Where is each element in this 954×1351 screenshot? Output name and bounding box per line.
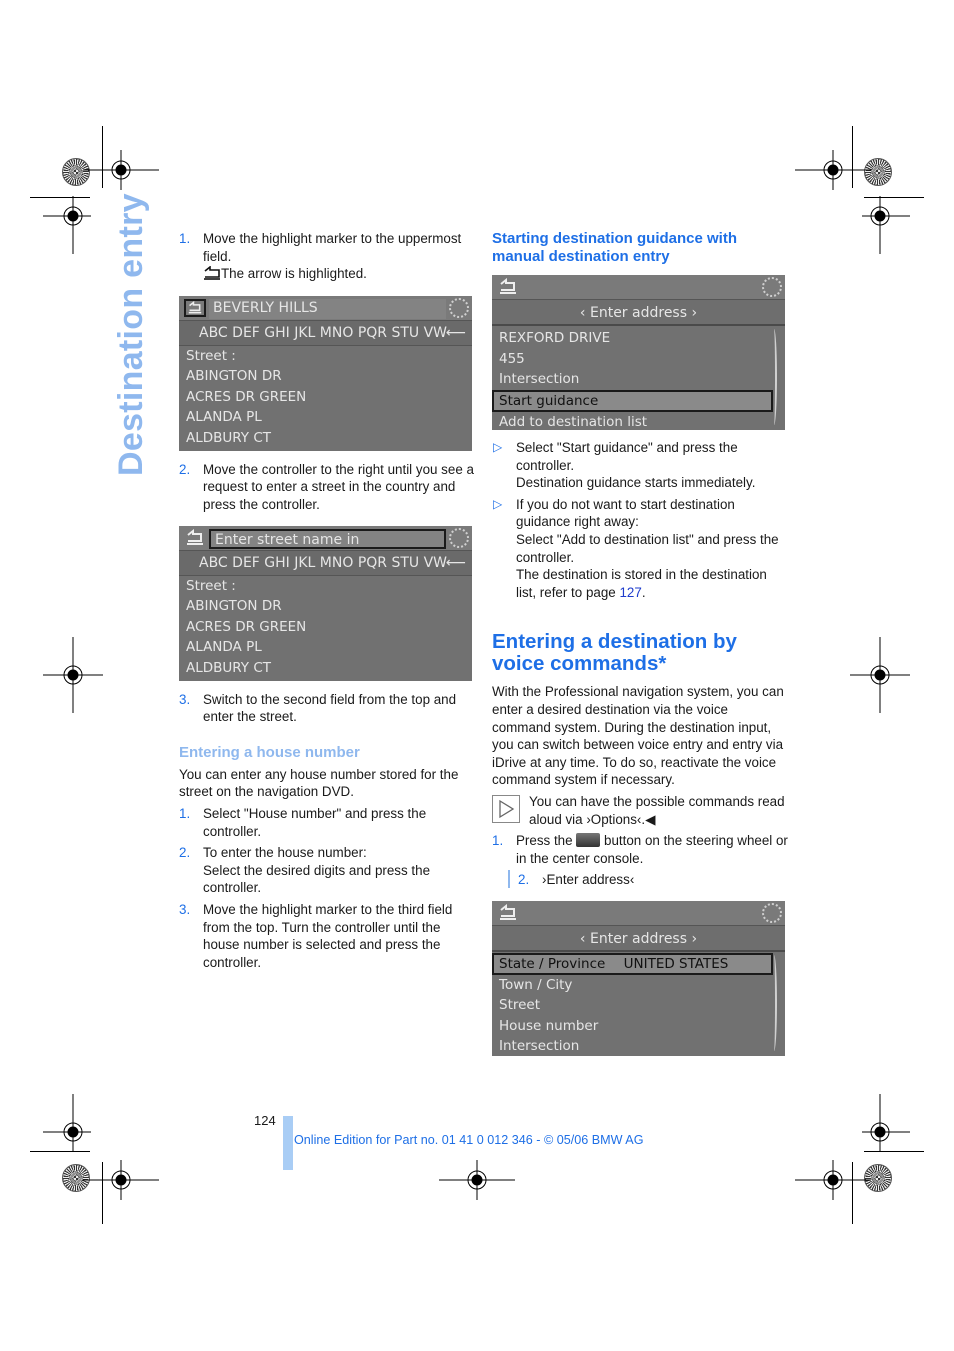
step-text: Move the highlight marker to the uppermo… [203, 231, 462, 264]
list-item-start-guidance[interactable]: Start guidance [492, 389, 773, 412]
idrive-screen-street-request: Enter street name in CALIFORNIA? ABC DEF… [179, 525, 472, 681]
city-field[interactable]: BEVERLY HILLS [209, 298, 446, 319]
list-item[interactable]: ACRES DR GREEN [179, 617, 472, 638]
right-column: Starting destination guidance with manua… [492, 230, 788, 1056]
guidance-heading: Starting destination guidance with manua… [492, 230, 738, 265]
house-number-heading: Entering a house number [179, 743, 360, 761]
list-item[interactable]: ALANDA PL [179, 637, 472, 658]
alphabet-speller[interactable]: ABC DEF GHI JKL MNO PQR STU VW ⟵ [179, 320, 472, 346]
list-item[interactable]: ALDBURY CT [179, 428, 472, 449]
street-request-field[interactable]: Enter street name in CALIFORNIA? [209, 528, 446, 567]
footer-text: Online Edition for Part no. 01 41 0 012 … [294, 1133, 644, 1147]
voice-step-2: 2. ›Enter address‹ [492, 870, 788, 889]
back-arrow-icon[interactable] [184, 298, 206, 317]
idrive-screen-enter-address: ‹ Enter address › State / Province UNITE… [492, 900, 785, 1056]
list-item[interactable]: ALDBURY CT [179, 658, 472, 679]
house-number-intro: You can enter any house number stored fo… [179, 766, 459, 800]
list-item[interactable]: House number [492, 1016, 785, 1037]
back-arrow-icon [204, 266, 220, 280]
step-2: 2. Move the controller to the right unti… [179, 461, 474, 512]
voice-button-icon [576, 833, 601, 848]
section-side-title: Destination entry [112, 193, 150, 476]
voice-command-icon [492, 870, 510, 889]
page-number: 124 [254, 1113, 276, 1128]
screen-top-bar: BEVERLY HILLS [179, 295, 472, 321]
list-item-state[interactable]: State / Province UNITED STATES [492, 952, 773, 975]
controller-knob-icon [762, 277, 782, 297]
controller-knob-icon [762, 902, 782, 923]
step-1: 1. Move the highlight marker to the uppe… [179, 230, 474, 283]
back-arrow-icon[interactable] [184, 528, 206, 547]
triangle-bullet-icon: ▷ [493, 496, 503, 511]
list-item[interactable]: 455 [492, 349, 785, 370]
back-arrow-icon[interactable] [497, 903, 519, 922]
page-link[interactable]: 127 [619, 585, 641, 600]
note-triangle-icon [492, 794, 520, 823]
bullet-add-destination: ▷ If you do not want to start destinatio… [493, 496, 779, 600]
idrive-screen-street-entry: BEVERLY HILLS ABC DEF GHI JKL MNO PQR ST… [179, 295, 472, 451]
list-item[interactable]: ABINGTON DR [179, 366, 472, 387]
voice-intro: With the Professional navigation system,… [492, 684, 784, 788]
list-item[interactable]: Intersection [492, 1036, 785, 1056]
alphabet-speller[interactable]: ABC DEF GHI JKL MNO PQR STU VW ⟵ [179, 550, 472, 576]
list-item[interactable]: Town / City [492, 975, 785, 996]
list-item[interactable]: Intersection [492, 369, 785, 390]
voice-heading: Entering a destination by voice commands… [492, 630, 737, 676]
menu-title[interactable]: ‹ Enter address › [492, 925, 785, 952]
list-item[interactable]: ALANDA PL [179, 407, 472, 428]
scrollbar[interactable] [771, 954, 777, 1051]
step-number: 1. [179, 231, 191, 246]
bullet-start-guidance: ▷ Select "Start guidance" and press the … [493, 440, 756, 491]
controller-knob-icon [449, 527, 469, 548]
step-note: The arrow is highlighted. [203, 265, 474, 283]
list-item[interactable]: Add to destination list [492, 412, 785, 431]
step-3: 3. Switch to the second field from the t… [179, 691, 457, 725]
list-item[interactable]: Street [492, 995, 785, 1016]
controller-knob-icon [449, 297, 469, 318]
house-step-3: 3. Move the highlight marker to the thir… [179, 901, 453, 970]
idrive-screen-start-guidance: ‹ Enter address › REXFORD DRIVE 455 Inte… [492, 275, 785, 430]
house-step-1: 1. Select "House number" and press the c… [179, 805, 427, 839]
scrollbar[interactable] [771, 329, 777, 425]
delete-arrow-icon[interactable]: ⟵ [446, 551, 466, 575]
house-step-2: 2. To enter the house number: Select the… [179, 845, 431, 896]
footer-accent-bar [283, 1116, 293, 1170]
triangle-bullet-icon: ▷ [493, 440, 503, 454]
list-item[interactable]: REXFORD DRIVE [492, 328, 785, 349]
left-column: 1. Move the highlight marker to the uppe… [179, 230, 474, 975]
voice-step-1: 1. Press the button on the steering whee… [492, 833, 788, 866]
list-item[interactable]: ACRES DR GREEN [179, 387, 472, 408]
list-item[interactable]: ABINGTON DR [179, 596, 472, 617]
menu-title[interactable]: ‹ Enter address › [492, 300, 785, 326]
delete-arrow-icon[interactable]: ⟵ [446, 321, 466, 345]
note: You can have the possible commands read … [492, 793, 788, 828]
list-label: Street : [186, 347, 236, 364]
back-arrow-icon[interactable] [497, 278, 519, 296]
list-label: Street : [186, 577, 236, 594]
